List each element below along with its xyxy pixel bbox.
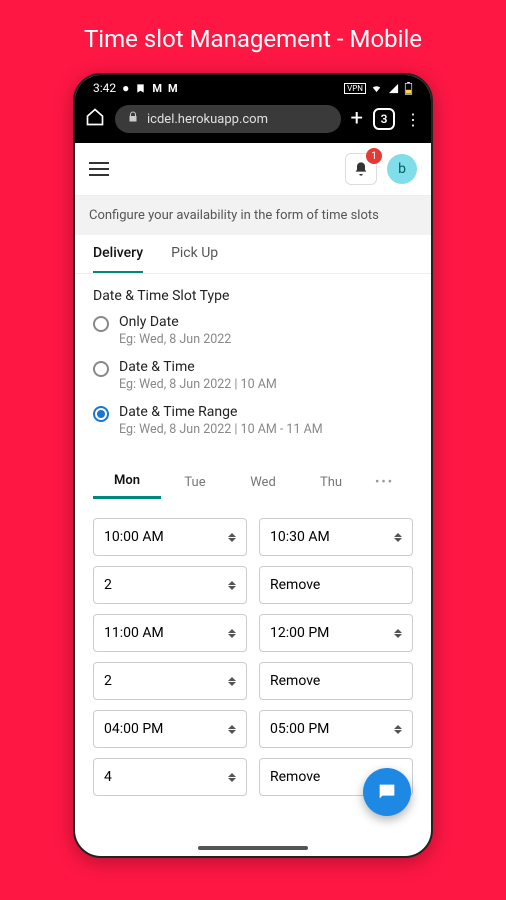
slot-type-title: Date & Time Slot Type (93, 288, 413, 304)
slot-qty-input[interactable]: 2 (93, 662, 247, 700)
signal-icon (387, 83, 400, 94)
slot-end-select[interactable]: 10:30 AM (259, 518, 413, 556)
day-tab-thu[interactable]: Thu (297, 467, 365, 498)
browser-toolbar: icdel.herokuapp.com + 3 ⋮ (75, 97, 431, 143)
wifi-icon (370, 83, 383, 94)
radio-example: Eg: Wed, 8 Jun 2022 | 10 AM - 11 AM (119, 422, 323, 437)
stepper-icon (394, 629, 402, 638)
day-tab-mon[interactable]: Mon (93, 465, 161, 499)
new-tab-icon[interactable]: + (351, 108, 363, 130)
slot-qty-value: 2 (104, 673, 112, 689)
stepper-icon (228, 725, 236, 734)
slot-start-select[interactable]: 11:00 AM (93, 614, 247, 652)
stepper-icon (394, 725, 402, 734)
mail-icon: M (152, 82, 162, 95)
info-strip: Configure your availability in the form … (75, 196, 431, 235)
stepper-icon (228, 581, 236, 590)
radio-label: Date & Time (119, 359, 277, 375)
radio-icon (93, 361, 109, 377)
slot-start-select[interactable]: 04:00 PM (93, 710, 247, 748)
page-title: Time slot Management - Mobile (0, 0, 506, 73)
slot-qty-value: 2 (104, 577, 112, 593)
slot-start-value: 11:00 AM (104, 625, 164, 641)
radio-only-date[interactable]: Only Date Eg: Wed, 8 Jun 2022 (93, 314, 413, 347)
primary-tabs: Delivery Pick Up (75, 235, 431, 274)
slot-start-value: 04:00 PM (104, 721, 163, 737)
slot-qty-value: 4 (104, 769, 112, 785)
overflow-menu-icon[interactable]: ⋮ (405, 110, 421, 129)
notification-badge: 1 (366, 148, 382, 164)
battery-icon (404, 82, 413, 95)
slot-start-value: 10:00 AM (104, 529, 164, 545)
radio-label: Only Date (119, 314, 231, 330)
day-tab-tue[interactable]: Tue (161, 467, 229, 498)
dot-icon: ● (122, 81, 129, 95)
slot-type-section: Date & Time Slot Type Only Date Eg: Wed,… (75, 274, 431, 457)
day-tab-wed[interactable]: Wed (229, 467, 297, 498)
radio-example: Eg: Wed, 8 Jun 2022 | 10 AM (119, 377, 277, 392)
vpn-icon: VPN (344, 83, 366, 94)
mail-icon: M (168, 82, 178, 95)
user-avatar[interactable]: b (387, 154, 417, 184)
radio-example: Eg: Wed, 8 Jun 2022 (119, 332, 231, 347)
tab-count[interactable]: 3 (373, 108, 395, 130)
app-header: 1 b (75, 143, 431, 196)
radio-icon (93, 406, 109, 422)
slot-end-select[interactable]: 05:00 PM (259, 710, 413, 748)
stepper-icon (228, 533, 236, 542)
phone-frame: 3:42 ● M M VPN (73, 73, 433, 858)
slot-start-select[interactable]: 10:00 AM (93, 518, 247, 556)
chat-fab[interactable] (363, 768, 411, 816)
day-tabs-more[interactable]: ••• (365, 475, 394, 490)
tab-delivery[interactable]: Delivery (93, 245, 143, 273)
chat-icon (376, 781, 398, 803)
hamburger-menu-button[interactable] (89, 162, 109, 176)
home-icon[interactable] (85, 107, 105, 131)
url-text: icdel.herokuapp.com (147, 112, 268, 127)
home-indicator (198, 846, 308, 850)
notifications-button[interactable]: 1 (345, 153, 377, 185)
slot-end-value: 10:30 AM (270, 529, 330, 545)
slot-end-select[interactable]: 12:00 PM (259, 614, 413, 652)
lock-icon (127, 111, 139, 127)
stepper-icon (394, 533, 402, 542)
slot-end-value: 12:00 PM (270, 625, 329, 641)
statusbar-time: 3:42 (93, 81, 116, 95)
statusbar: 3:42 ● M M VPN (75, 75, 431, 97)
slot-end-value: 05:00 PM (270, 721, 329, 737)
stepper-icon (228, 773, 236, 782)
radio-date-time[interactable]: Date & Time Eg: Wed, 8 Jun 2022 | 10 AM (93, 359, 413, 392)
radio-icon (93, 316, 109, 332)
slot-qty-input[interactable]: 4 (93, 758, 247, 796)
slot-remove-button[interactable]: Remove (259, 662, 413, 700)
stepper-icon (228, 629, 236, 638)
slot-remove-button[interactable]: Remove (259, 566, 413, 604)
day-tabs: Mon Tue Wed Thu ••• (75, 457, 431, 500)
bookmark-icon (135, 83, 146, 94)
url-bar[interactable]: icdel.herokuapp.com (115, 105, 341, 133)
slot-qty-input[interactable]: 2 (93, 566, 247, 604)
radio-date-time-range[interactable]: Date & Time Range Eg: Wed, 8 Jun 2022 | … (93, 404, 413, 437)
stepper-icon (228, 677, 236, 686)
bell-icon (353, 161, 369, 177)
radio-label: Date & Time Range (119, 404, 323, 420)
tab-pickup[interactable]: Pick Up (171, 245, 218, 273)
